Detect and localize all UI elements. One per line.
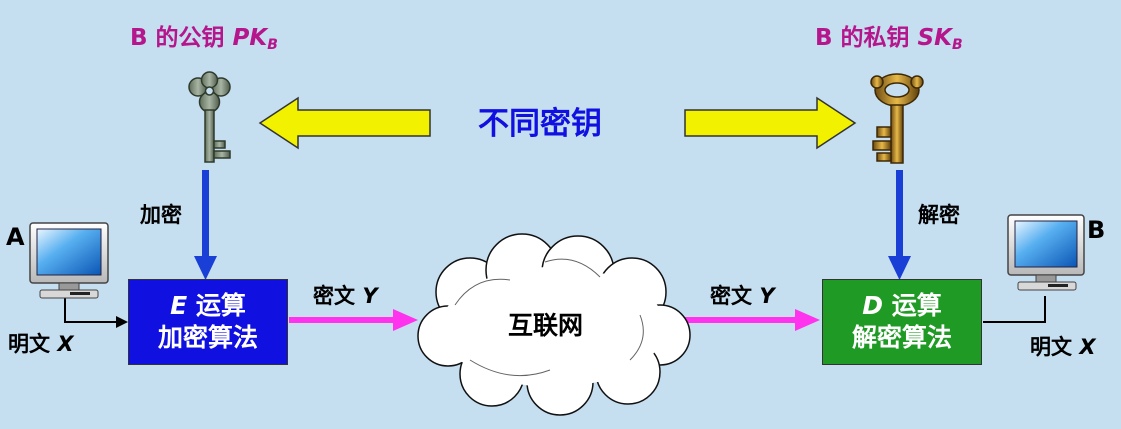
key-icon	[870, 73, 924, 164]
plaintext-arrowhead-left	[116, 316, 128, 328]
host-a-label: A	[6, 223, 25, 251]
ciphertext-arrow-right	[680, 309, 820, 331]
plaintext-left-text: 明文	[8, 332, 58, 356]
monitor-icon	[29, 222, 109, 299]
decrypt-op-symbol: D	[862, 290, 884, 320]
decrypt-box-line1: D 运算	[862, 290, 941, 323]
private-key-prefix: B 的私钥	[815, 25, 918, 51]
plaintext-left-var: X	[57, 332, 74, 356]
diagram-canvas: B 的公钥 PKB B 的私钥 SKB 不同密钥 加密 解密 A B 明文 X …	[0, 0, 1121, 429]
plaintext-right-label: 明文 X	[1030, 337, 1096, 358]
decrypt-arrow	[888, 170, 911, 280]
decrypt-label: 解密	[918, 203, 960, 227]
encrypt-label: 加密	[140, 203, 182, 227]
ciphertext-left-var: Y	[362, 284, 378, 308]
plaintext-right-text: 明文	[1030, 335, 1080, 359]
host-b-label: B	[1087, 216, 1106, 244]
decrypt-op-suffix: 运算	[883, 290, 942, 320]
yellow-arrow-right	[684, 96, 857, 150]
ciphertext-right-var: Y	[759, 284, 775, 308]
key-icon	[188, 71, 231, 163]
private-key-symbol: SK	[917, 25, 952, 51]
public-key-symbol: PK	[232, 25, 268, 51]
monitor-icon	[1007, 214, 1085, 291]
plaintext-left-label: 明文 X	[8, 334, 74, 355]
public-key-subscript: B	[267, 37, 278, 53]
encrypt-op-symbol: E	[170, 290, 188, 320]
public-key-label: B 的公钥 PKB	[130, 25, 278, 53]
plaintext-right-var: X	[1079, 335, 1096, 359]
internet-label: 互联网	[508, 311, 584, 340]
private-key-subscript: B	[951, 37, 963, 53]
ciphertext-left-label: 密文 Y	[313, 286, 378, 307]
public-key-prefix: B 的公钥	[130, 25, 233, 51]
private-key-label: B 的私钥 SKB	[815, 25, 963, 53]
ciphertext-left-text: 密文	[313, 284, 363, 308]
ciphertext-arrow-left	[289, 309, 418, 331]
encrypt-algorithm-box: E 运算 加密算法	[128, 279, 288, 365]
encrypt-op-suffix: 运算	[187, 290, 246, 320]
encrypt-arrow	[194, 170, 217, 280]
yellow-arrow-left	[258, 96, 431, 150]
plaintext-connector-right	[983, 296, 1046, 323]
decrypt-algorithm-box: D 运算 解密算法	[822, 279, 982, 365]
ciphertext-right-label: 密文 Y	[710, 286, 775, 307]
decrypt-box-line2: 解密算法	[851, 323, 952, 352]
different-keys-label: 不同密钥	[478, 106, 602, 142]
encrypt-box-line1: E 运算	[170, 290, 246, 323]
ciphertext-right-text: 密文	[710, 284, 760, 308]
encrypt-box-line2: 加密算法	[157, 323, 258, 352]
